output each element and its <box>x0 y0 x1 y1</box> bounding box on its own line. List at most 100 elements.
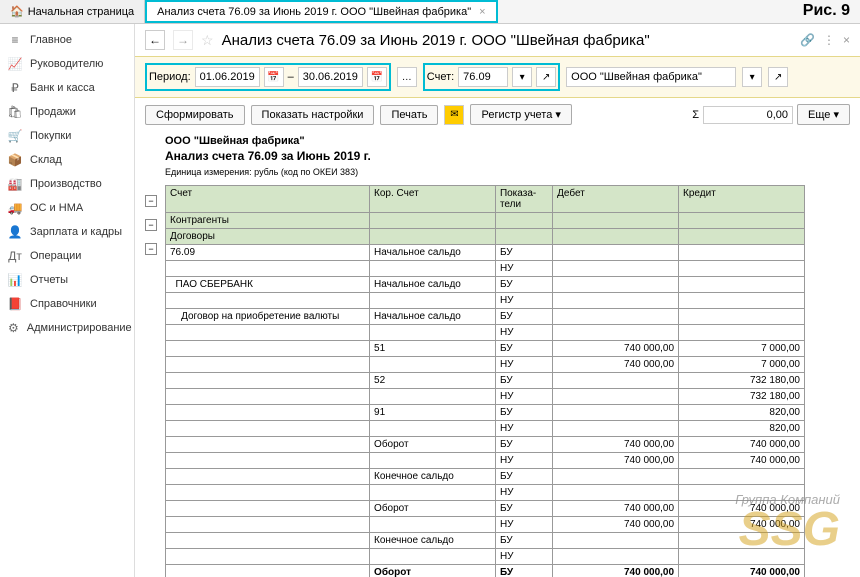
dash: – <box>288 71 294 83</box>
cell-cor <box>370 293 496 309</box>
cell-cor: Конечное сальдо <box>370 533 496 549</box>
tab-home[interactable]: 🏠 Начальная страница <box>0 0 145 23</box>
sidebar-item[interactable]: 🚚ОС и НМА <box>0 196 134 220</box>
open-icon[interactable]: ↗ <box>768 67 788 87</box>
collapse-toggle[interactable]: − <box>145 219 157 231</box>
sidebar-item[interactable]: ⚙Администрирование <box>0 316 134 340</box>
cell-credit <box>679 277 805 293</box>
page-title: Анализ счета 76.09 за Июнь 2019 г. ООО "… <box>222 32 650 49</box>
cell-cor <box>370 549 496 565</box>
cell-debit <box>553 309 679 325</box>
cell-cor: Начальное сальдо <box>370 245 496 261</box>
cell-cor <box>370 421 496 437</box>
settings-button[interactable]: Показать настройки <box>251 105 375 125</box>
sum-input[interactable] <box>703 106 793 124</box>
cell-credit: 732 180,00 <box>679 389 805 405</box>
sidebar-item[interactable]: 👤Зарплата и кадры <box>0 220 134 244</box>
sidebar-label: Зарплата и кадры <box>30 226 122 238</box>
print-button[interactable]: Печать <box>380 105 438 125</box>
sidebar-item[interactable]: 🛍Продажи <box>0 100 134 124</box>
table-row[interactable]: 91БУ820,00 <box>166 405 805 421</box>
calendar-icon[interactable]: 📅 <box>264 67 284 87</box>
sidebar-item[interactable]: 🏭Производство <box>0 172 134 196</box>
title-bar: ← → ☆ Анализ счета 76.09 за Июнь 2019 г.… <box>135 24 860 56</box>
table-row[interactable]: НУ732 180,00 <box>166 389 805 405</box>
register-button[interactable]: Регистр учета ▾ <box>470 104 571 125</box>
th-contracts: Договоры <box>166 229 370 245</box>
period-picker-button[interactable]: … <box>397 67 417 87</box>
sidebar-item[interactable]: 📊Отчеты <box>0 268 134 292</box>
cell-account <box>166 261 370 277</box>
toolbar: Сформировать Показать настройки Печать ✉… <box>135 98 860 131</box>
home-icon: 🏠 <box>10 5 24 18</box>
table-row[interactable]: Конечное сальдоБУ <box>166 533 805 549</box>
table-row[interactable]: НУ740 000,00740 000,00 <box>166 517 805 533</box>
cell-ind: БУ <box>495 277 552 293</box>
table-row[interactable]: НУ <box>166 261 805 277</box>
back-button[interactable]: ← <box>145 30 165 50</box>
table-row[interactable]: Договор на приобретение валютыНачальное … <box>166 309 805 325</box>
table-row[interactable]: НУ740 000,007 000,00 <box>166 357 805 373</box>
cell-ind: БУ <box>495 437 552 453</box>
table-row[interactable]: 76.09Начальное сальдоБУ <box>166 245 805 261</box>
report-org: ООО "Швейная фабрика" <box>165 135 840 147</box>
table-row[interactable]: НУ <box>166 325 805 341</box>
cell-debit <box>553 405 679 421</box>
org-input[interactable] <box>566 67 736 87</box>
table-row[interactable]: ОборотБУ740 000,00740 000,00 <box>166 437 805 453</box>
date-to-input[interactable] <box>298 67 363 87</box>
sidebar-icon: 🏭 <box>8 177 22 191</box>
forward-button[interactable]: → <box>173 30 193 50</box>
sidebar-item[interactable]: 📕Справочники <box>0 292 134 316</box>
table-row[interactable]: НУ <box>166 485 805 501</box>
table-row[interactable]: ПАО СБЕРБАНКНачальное сальдоБУ <box>166 277 805 293</box>
sidebar-icon: 📕 <box>8 297 22 311</box>
cell-account <box>166 453 370 469</box>
figure-label: Рис. 9 <box>803 2 850 20</box>
table-row[interactable]: ОборотБУ740 000,00740 000,00 <box>166 501 805 517</box>
more-button[interactable]: Еще ▾ <box>797 104 850 125</box>
date-from-input[interactable] <box>195 67 260 87</box>
sidebar-item[interactable]: 🛒Покупки <box>0 124 134 148</box>
calendar-icon[interactable]: 📅 <box>367 67 387 87</box>
table-row[interactable]: 52БУ732 180,00 <box>166 373 805 389</box>
cell-debit: 740 000,00 <box>553 437 679 453</box>
table-row[interactable]: НУ <box>166 293 805 309</box>
collapse-toggle[interactable]: − <box>145 195 157 207</box>
dropdown-icon[interactable]: ▾ <box>742 67 762 87</box>
sidebar-item[interactable]: ≡Главное <box>0 28 134 52</box>
cell-ind: БУ <box>495 373 552 389</box>
sidebar-item[interactable]: ДтОперации <box>0 244 134 268</box>
close-icon[interactable]: × <box>479 6 485 18</box>
cell-account <box>166 389 370 405</box>
tab-active[interactable]: Анализ счета 76.09 за Июнь 2019 г. ООО "… <box>145 0 497 23</box>
table-row[interactable]: 51БУ740 000,007 000,00 <box>166 341 805 357</box>
sidebar-item[interactable]: 📈Руководителю <box>0 52 134 76</box>
table-row[interactable]: ОборотБУ740 000,00740 000,00 <box>166 565 805 577</box>
cell-credit: 740 000,00 <box>679 501 805 517</box>
cell-account <box>166 421 370 437</box>
report-title: Анализ счета 76.09 за Июнь 2019 г. <box>165 149 840 163</box>
cell-debit <box>553 261 679 277</box>
sidebar-item[interactable]: ₽Банк и касса <box>0 76 134 100</box>
star-icon[interactable]: ☆ <box>201 32 214 49</box>
table-row[interactable]: Конечное сальдоБУ <box>166 469 805 485</box>
table-row[interactable]: НУ <box>166 549 805 565</box>
cell-credit <box>679 549 805 565</box>
table-row[interactable]: НУ820,00 <box>166 421 805 437</box>
link-icon[interactable]: 🔗 <box>800 33 815 47</box>
dropdown-icon[interactable]: ▾ <box>512 67 532 87</box>
table-row[interactable]: НУ740 000,00740 000,00 <box>166 453 805 469</box>
form-button[interactable]: Сформировать <box>145 105 245 125</box>
cell-debit <box>553 533 679 549</box>
cell-debit <box>553 245 679 261</box>
sidebar-item[interactable]: 📦Склад <box>0 148 134 172</box>
collapse-toggle[interactable]: − <box>145 243 157 255</box>
mail-icon[interactable]: ✉ <box>444 105 464 125</box>
report-area[interactable]: − − − ООО "Швейная фабрика" Анализ счета… <box>135 131 860 577</box>
more-icon[interactable]: ⋮ <box>823 33 835 47</box>
account-input[interactable] <box>458 67 508 87</box>
close-icon[interactable]: × <box>843 33 850 47</box>
cell-ind: НУ <box>495 517 552 533</box>
open-icon[interactable]: ↗ <box>536 67 556 87</box>
